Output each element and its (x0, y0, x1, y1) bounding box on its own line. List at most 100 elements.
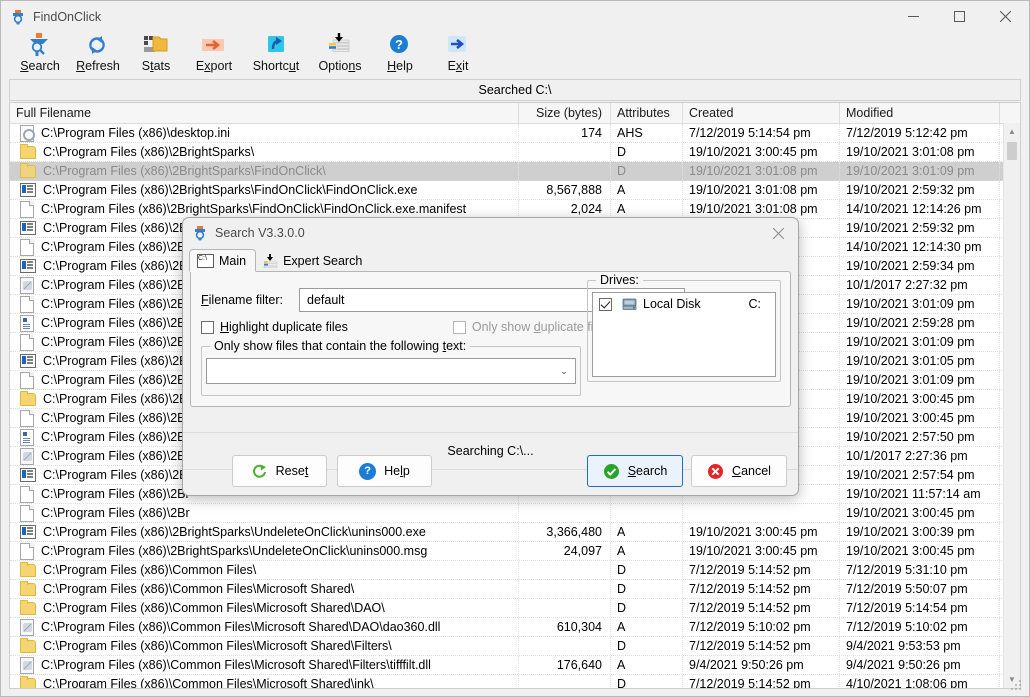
resize-grip-icon[interactable] (1011, 680, 1023, 692)
file-path-text: C:\Program Files (x86)\2Br (41, 316, 190, 330)
toolbar-button-search[interactable]: Search (11, 32, 69, 73)
table-row[interactable]: C:\Program Files (x86)\desktop.ini 174 AHS… (10, 124, 1020, 143)
table-row[interactable]: C:\Program Files (x86)\Common Files\Micr… (10, 656, 1020, 675)
table-row[interactable]: C:\Program Files (x86)\2BrightSparks\Und… (10, 542, 1020, 561)
file-path-text: C:\Program Files (x86)\2Br (41, 297, 190, 311)
highlight-duplicates-checkbox[interactable]: Highlight duplicate files (201, 320, 348, 334)
cell-created: 7/12/2019 5:14:52 pm (683, 637, 840, 655)
searched-path-bar: Searched C:\ (9, 79, 1021, 101)
export-arrow-icon (198, 32, 230, 58)
minimize-icon[interactable] (890, 1, 936, 32)
toolbar-button-export[interactable]: Export (185, 32, 243, 73)
close-icon[interactable] (982, 1, 1029, 32)
cell-full-filename: C:\Program Files (x86)\Common Files\Micr… (10, 599, 519, 617)
file-path-text: C:\Program Files (x86)\Common Files\Micr… (41, 620, 441, 634)
cell-size: 610,304 (519, 618, 611, 636)
scroll-up-arrow-icon[interactable]: ▲ (1004, 123, 1020, 140)
toolbar-button-help[interactable]: ? Help (371, 32, 429, 73)
expert-search-icon (263, 253, 278, 268)
cancel-button[interactable]: Cancel (691, 455, 787, 487)
reset-button-label: Reset (275, 464, 309, 478)
table-row[interactable]: C:\Program Files (x86)\2BrightSparks\ D 19… (10, 143, 1020, 162)
table-row[interactable]: C:\Program Files (x86)\Common Files\Micr… (10, 580, 1020, 599)
help-question-icon: ? (384, 32, 416, 58)
exe-file-icon (20, 468, 36, 482)
folder-icon (20, 390, 36, 406)
findonclick-icon (192, 225, 208, 241)
search-dialog: Search V3.3.0.0 C:\ Main Expert Search F… (182, 217, 799, 496)
reset-button[interactable]: Reset (232, 455, 327, 487)
folder-icon (20, 599, 36, 615)
cell-size (519, 580, 611, 598)
table-row[interactable]: C:\Program Files (x86)\Common Files\Micr… (10, 637, 1020, 656)
tab-main[interactable]: C:\ Main (189, 249, 257, 272)
column-header-size[interactable]: Size (bytes) (519, 103, 611, 123)
table-row[interactable]: C:\Program Files (x86)\Common Files\Micr… (10, 599, 1020, 618)
column-header-modified[interactable]: Modified (840, 103, 1000, 123)
contains-text-combobox[interactable]: ⌄ (206, 358, 576, 384)
chevron-down-icon[interactable]: ⌄ (553, 366, 575, 377)
table-row[interactable]: C:\Program Files (x86)\2BrightSparks\Fin… (10, 162, 1020, 181)
file-path-text: C:\Program Files (x86)\2Br (43, 392, 192, 406)
folder-icon (20, 675, 36, 688)
file-path-text: C:\Program Files (x86)\2BrightSparks\Fin… (43, 164, 326, 178)
cell-modified: 19/10/2021 2:59:32 pm (840, 181, 1000, 199)
table-row[interactable]: C:\Program Files (x86)\Common Files\Micr… (10, 675, 1020, 688)
refresh-icon (82, 32, 114, 58)
cell-created: 7/12/2019 5:14:52 pm (683, 675, 840, 688)
column-header-full-filename[interactable]: Full Filename (10, 103, 519, 123)
cell-modified: 19/10/2021 2:59:34 pm (840, 257, 1000, 275)
cell-modified: 7/12/2019 5:50:07 pm (840, 580, 1000, 598)
toolbar-button-exit[interactable]: Exit (429, 32, 487, 73)
table-row[interactable]: C:\Program Files (x86)\Common Files\ D 7/1… (10, 561, 1020, 580)
doc-file-icon (20, 333, 34, 351)
results-vertical-scrollbar[interactable]: ▲ ▼ (1003, 123, 1020, 688)
table-row[interactable]: C:\Program Files (x86)\2BrightSparks\Fin… (10, 181, 1020, 200)
cell-created: 7/12/2019 5:14:52 pm (683, 580, 840, 598)
cell-created: 7/12/2019 5:14:52 pm (683, 599, 840, 617)
only-duplicates-checkbox[interactable]: Only show duplicate files (452, 320, 609, 334)
search-button[interactable]: Search (587, 455, 683, 487)
toolbar-button-shortcut[interactable]: Shortcut (243, 32, 309, 73)
search-magnifier-icon (24, 32, 56, 58)
close-icon[interactable] (758, 218, 798, 248)
folder-icon (20, 143, 36, 159)
cell-attributes (611, 504, 683, 522)
cell-size: 176,640 (519, 656, 611, 674)
exe-file-icon (20, 259, 36, 273)
refresh-circle-icon (251, 463, 268, 480)
exe-file-icon (20, 221, 36, 235)
column-header-attributes[interactable]: Attributes (611, 103, 683, 123)
dialog-title: Search V3.3.0.0 (215, 226, 305, 240)
contains-text-groupbox: Only show files that contain the followi… (201, 339, 581, 396)
toolbar-button-options[interactable]: Options (309, 32, 371, 73)
help-button[interactable]: ? Help (337, 455, 432, 487)
maximize-icon[interactable] (936, 1, 982, 32)
cell-modified: 19/10/2021 11:57:14 am (840, 485, 1000, 503)
scrollbar-thumb[interactable] (1007, 142, 1017, 160)
contains-text-caption: Only show files that contain the followi… (210, 339, 471, 353)
cell-modified: 19/10/2021 3:01:09 pm (840, 333, 1000, 351)
column-header-created[interactable]: Created (683, 103, 840, 123)
cell-full-filename: C:\Program Files (x86)\2BrightSparks\Und… (10, 542, 519, 560)
tab-expert-search-label: Expert Search (283, 253, 363, 268)
table-row[interactable]: C:\Program Files (x86)\Common Files\Micr… (10, 618, 1020, 637)
checkbox-box[interactable] (599, 297, 612, 311)
tab-expert-search[interactable]: Expert Search (256, 249, 371, 272)
drives-list[interactable]: Local Disk C: (592, 292, 776, 377)
toolbar-button-refresh[interactable]: Refresh (69, 32, 127, 73)
toolbar-button-stats[interactable]: Stats (127, 32, 185, 73)
cell-full-filename: C:\Program Files (x86)\2BrightSparks\ (10, 143, 519, 161)
file-path-text: C:\Program Files (x86)\2Br (41, 449, 190, 463)
cell-attributes: A (611, 618, 683, 636)
cell-attributes: D (611, 561, 683, 579)
window-title: FindOnClick (33, 9, 102, 24)
drive-item-local-disk[interactable]: Local Disk C: (599, 297, 769, 311)
toolbar-label-help: Help (387, 59, 413, 73)
cell-created: 19/10/2021 3:00:45 pm (683, 143, 840, 161)
toolbar-label-exit: Exit (447, 59, 469, 73)
table-row[interactable]: C:\Program Files (x86)\2Br 19/10/2021 3:0… (10, 504, 1020, 523)
shortcut-arrow-icon (260, 32, 292, 58)
table-row[interactable]: C:\Program Files (x86)\2BrightSparks\Und… (10, 523, 1020, 542)
help-button-label: Help (384, 464, 410, 478)
